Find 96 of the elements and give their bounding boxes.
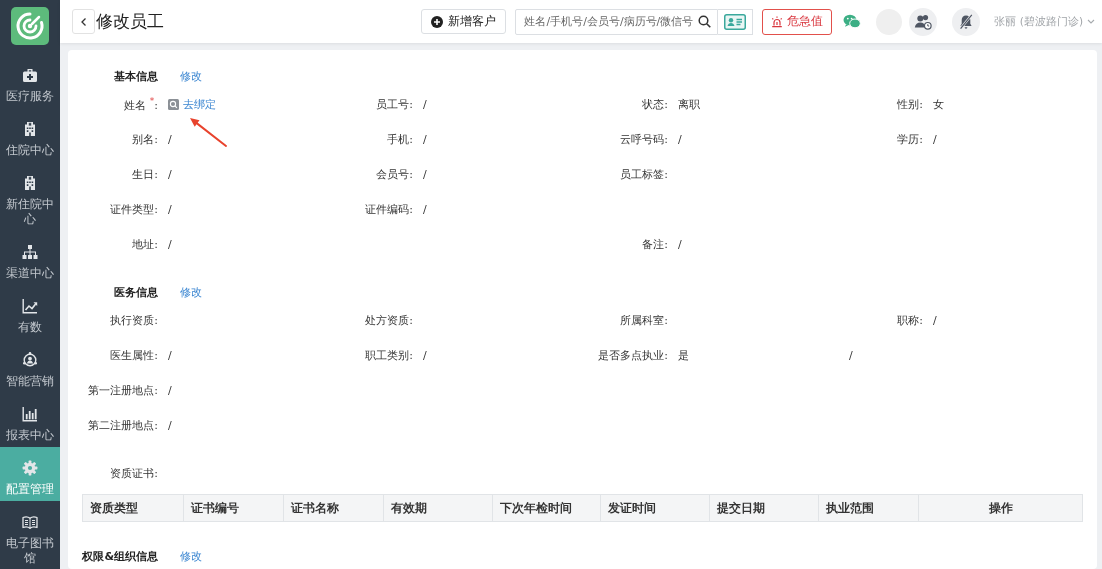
field-label: 处方资质: <box>364 313 413 328</box>
column-header: 证书编号 <box>183 495 283 521</box>
search-field[interactable]: 姓名/手机号/会员号/病历号/微信号 <box>515 8 719 35</box>
line-chart-icon <box>22 298 38 314</box>
field-label: 手机: <box>386 132 413 147</box>
field-value: / <box>168 238 172 251</box>
annotation-arrow <box>188 116 228 149</box>
field-value: / <box>168 133 172 146</box>
wechat-icon[interactable] <box>843 14 862 29</box>
field-label: 第一注册地点: <box>87 383 158 398</box>
search-icon <box>168 99 179 110</box>
field-label: 第二注册地点: <box>87 418 158 433</box>
nav-item[interactable]: 报表中心 <box>0 393 60 447</box>
plus-circle-icon <box>431 15 444 28</box>
field-value: / <box>423 168 427 181</box>
field-label: 生日: <box>131 167 158 182</box>
column-header: 执业范围 <box>818 495 918 521</box>
field-label: 会员号: <box>375 167 413 182</box>
field-label: 员工号: <box>375 97 413 112</box>
field-label: 职称: <box>896 313 923 328</box>
nav-item[interactable]: 有数 <box>0 285 60 339</box>
field-label: 性别: <box>896 97 923 112</box>
chevron-left-icon <box>79 16 88 27</box>
critical-value-button[interactable]: 危急值 <box>762 8 833 35</box>
id-card-icon <box>724 13 747 30</box>
column-header: 发证时间 <box>600 495 709 521</box>
field-label: 证件编码: <box>364 202 413 217</box>
field-label: 状态: <box>641 97 668 112</box>
caret-down-icon <box>1087 19 1095 24</box>
nav-item[interactable]: 住院中心 <box>0 108 60 162</box>
back-button[interactable] <box>72 9 95 34</box>
field-label: 别名: <box>131 132 158 147</box>
field-label: 姓名 $^{*}$: <box>123 96 158 113</box>
column-header: 资质类型 <box>89 500 139 517</box>
section-title: 基本信息 <box>113 68 158 84</box>
field-value: / <box>423 203 427 216</box>
field-label: 执行资质: <box>109 313 158 328</box>
section-title: 医务信息 <box>113 284 158 300</box>
field-link[interactable]: 去绑定 <box>168 97 216 112</box>
field-label: 地址: <box>131 237 158 252</box>
nav-item[interactable]: 新住院中心 <box>0 162 60 231</box>
bar-chart-icon <box>22 406 38 422</box>
field-value: / <box>423 133 427 146</box>
edit-link[interactable]: 修改 <box>180 284 202 300</box>
sitemap-icon <box>22 244 38 260</box>
medkit-icon <box>22 67 38 83</box>
field-value: 离职 <box>678 97 700 112</box>
book-icon <box>22 514 38 530</box>
field-value: / <box>168 203 172 216</box>
field-label: 学历: <box>896 132 923 147</box>
field-label: 职工类别: <box>364 348 413 363</box>
field-value: / <box>933 133 937 146</box>
users-icon[interactable] <box>909 7 938 36</box>
nav-item[interactable]: 电子图书馆 <box>0 501 60 569</box>
field-value: / <box>933 314 937 327</box>
field-label: 所属科室: <box>619 313 668 328</box>
field-label: 医生属性: <box>109 348 158 363</box>
field-value: / <box>678 133 682 146</box>
field-value: 女 <box>933 97 944 112</box>
column-header: 提交日期 <box>709 495 818 521</box>
field-label: 备注: <box>641 237 668 252</box>
field-value: / <box>168 419 172 432</box>
hospital-icon <box>22 121 38 137</box>
add-customer-button[interactable]: 新增客户 <box>421 9 507 34</box>
nav-item[interactable]: 渠道中心 <box>0 231 60 285</box>
column-header: 下次年检时间 <box>492 495 600 521</box>
page-title: 修改员工 <box>96 10 164 33</box>
section-title: 权限&组织信息 <box>82 548 158 564</box>
edit-link[interactable]: 修改 <box>180 548 202 564</box>
field-value: / <box>678 238 682 251</box>
logo-icon[interactable] <box>11 7 49 45</box>
nav-item[interactable]: 医疗服务 <box>0 54 60 108</box>
field-label: 是否多点执业: <box>597 348 668 363</box>
field-value: 是 <box>678 348 689 363</box>
column-header: 有效期 <box>383 495 492 521</box>
field-value: / <box>423 98 427 111</box>
column-header: 操作 <box>918 495 1082 521</box>
field-value: / <box>168 349 172 362</box>
nav-item[interactable]: 智能营销 <box>0 339 60 393</box>
field-value: / <box>423 349 427 362</box>
field-label: 云呼号码: <box>619 132 668 147</box>
bell-off-icon[interactable] <box>952 7 981 36</box>
field-label: 证件类型: <box>109 202 158 217</box>
field-label: 员工标签: <box>619 167 668 182</box>
search-icon[interactable] <box>698 15 712 28</box>
id-card-button[interactable] <box>718 8 754 35</box>
field-label: 资质证书: <box>109 465 158 481</box>
field-value: / <box>168 384 172 397</box>
hospital-icon <box>22 175 38 191</box>
siren-icon <box>771 15 784 28</box>
edit-link[interactable]: 修改 <box>180 68 202 84</box>
field-value: / <box>849 349 853 362</box>
people-circle-icon <box>22 352 38 368</box>
gear-icon <box>22 460 38 476</box>
field-value: / <box>168 168 172 181</box>
column-header: 证书名称 <box>283 495 383 521</box>
